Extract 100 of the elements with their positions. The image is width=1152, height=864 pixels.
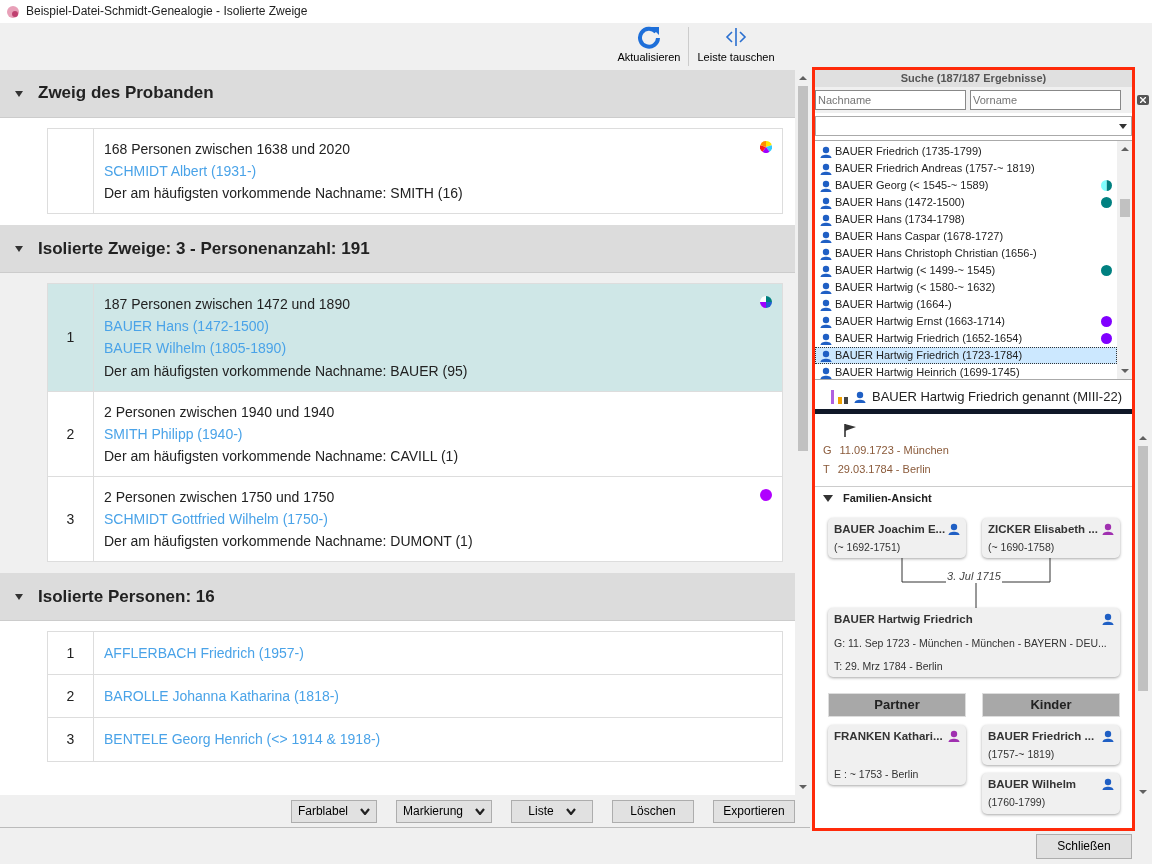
section-title: Isolierte Personen: 16 [38,586,215,607]
close-button[interactable]: Schließen [1036,833,1132,859]
event-code: T [823,463,830,477]
surname-note: Der am häufigsten vorkommende Nachname: CAVILL (1) [104,447,460,464]
person-name: BAUER Joachim E... [834,522,946,537]
dropdown-button[interactable]: Markierung [395,799,492,823]
family-view-toggle[interactable]: Familien-Ansicht [815,485,1132,510]
result-item[interactable]: BAUER Hartwig Heinrich (1699-1745) [815,364,1117,382]
person-name: ZICKER Elisabeth ... [988,522,1098,537]
person-icon [820,162,832,175]
branch-card[interactable]: 2 2 Personen zwischen 1940 und 1940 SMITH Philipp (1940-) Der am häufigsten vorkommende Nachname: CAVILL (1) [47,391,783,477]
person-icon [820,315,832,328]
branch-card[interactable]: 1 AFFLERBACH Friedrich (1957-) [47,631,783,676]
action-button[interactable]: Exportieren [713,799,795,823]
scroll-up-icon[interactable] [1120,147,1129,152]
person-card[interactable]: BAUER Wilhelm (1760-1799) [982,773,1120,814]
search-title: Suche (187/187 Ergebnisse) [815,70,1132,88]
section-title: Isolierte Zweige: 3 - Personenanzahl: 191 [38,238,370,259]
row-number: 1 [66,329,75,346]
scroll-thumb[interactable] [797,86,808,451]
section-header[interactable]: Isolierte Personen: 16 [0,573,795,622]
surname-field[interactable]: Nachname [815,90,966,111]
person-name: BAUER Wilhelm [988,778,1077,792]
scroll-down-icon[interactable] [1138,790,1147,794]
result-item[interactable]: BAUER Friedrich (1735-1799) [815,143,1117,161]
close-icon [1139,97,1146,103]
scroll-up-icon[interactable] [798,76,807,80]
flag-icon [843,423,857,438]
person-icon [820,179,832,192]
color-labels-icon [831,389,849,406]
result-item[interactable]: BAUER Hartwig (< 1499-~ 1545) [815,262,1117,280]
result-item[interactable]: BAUER Hans (1472-1500) [815,194,1117,212]
scroll-down-icon[interactable] [798,785,807,789]
result-item[interactable]: BAUER Hartwig Ernst (1663-1714) [815,313,1117,331]
branch-card[interactable]: 168 Personen zwischen 1638 und 2020 SCHMIDT Albert (1931-) Der am häufigsten vorkommende Nachname: SMITH (16) [47,128,783,215]
branch-card[interactable]: 2 BAROLLE Johanna Katharina (1818-) [47,675,783,719]
person-card[interactable]: FRANKEN Kathari... E : ~ 1753 - Berlin [828,724,966,786]
result-item[interactable]: BAUER Hartwig Friedrich (1652-1654) [815,330,1117,348]
life-dates: (~ 1692-1751) [834,540,902,554]
result-item[interactable]: BAUER Hartwig (1664-) [815,296,1117,314]
result-item[interactable]: BAUER Friedrich Andreas (1757-~ 1819) [815,160,1117,178]
event-text: G: 11. Sep 1723 - München - München - BAYERN - DEU... [834,636,1108,650]
first-name-field[interactable]: Vorname [970,90,1121,111]
row-number: 1 [66,645,75,662]
dropdown-button[interactable]: Farblabel [290,799,377,823]
chevron-down-icon [565,807,576,815]
person-icon [820,349,832,362]
summary-text: 2 Personen zwischen 1750 und 1750 [104,488,336,506]
result-item[interactable]: BAUER Georg (< 1545-~ 1589) [815,177,1117,195]
row-number: 2 [66,688,75,705]
action-button[interactable]: Löschen [612,799,694,823]
person-icon [820,247,832,260]
person-card[interactable]: BAUER Hartwig Friedrich G: 11. Sep 1723 - München - München - BAYERN - DEU... T: 29. Mrz 1784 - Berlin [828,608,1120,678]
result-item[interactable]: BAUER Hans Caspar (1678-1727) [815,228,1117,246]
scroll-down-icon[interactable] [1120,369,1129,374]
result-item[interactable]: BAUER Hans Christoph Christian (1656-) [815,245,1117,263]
column-header: Kinder [982,693,1120,717]
clear-button[interactable] [1136,95,1149,105]
branch-card[interactable]: 3 2 Personen zwischen 1750 und 1750 SCHMIDT Gottfried Wilhelm (1750-) Der am häufigsten vorkommende Nachname: DUMONT (1) [47,476,783,563]
row-number: 2 [66,425,75,442]
refresh-icon [636,25,661,49]
person-name: BAUER Hartwig Friedrich [834,613,973,627]
caret-down-icon [1119,123,1127,129]
branch-card[interactable]: 3 BENTELE Georg Henrich (<> 1914 & 1918-) [47,718,783,762]
scrollbar[interactable] [1117,141,1132,380]
refresh-button[interactable]: Aktualisieren [609,23,689,70]
life-dates: (1760-1799) [988,795,1047,809]
person-icon [820,145,832,158]
surname-note: Der am häufigsten vorkommende Nachname: BAUER (95) [104,362,469,379]
surname-note: Der am häufigsten vorkommende Nachname: SMITH (16) [104,185,464,202]
scroll-up-icon[interactable] [1138,436,1147,440]
event-text: T: 29. Mrz 1784 - Berlin [834,659,944,673]
person-icon [820,230,832,243]
scroll-thumb[interactable] [1137,446,1148,691]
event-text: E : ~ 1753 - Berlin [834,767,920,781]
scroll-thumb[interactable] [1119,199,1130,218]
person-name: FRANKEN Kathari... [834,729,943,744]
result-item[interactable]: BAUER Hans (1734-1798) [815,211,1117,229]
person-card[interactable]: ZICKER Elisabeth ... (~ 1690-1758) [982,517,1120,559]
marriage-date: 3. Jul 1715 [946,570,1002,584]
result-item[interactable]: BAUER Hartwig Friedrich (1723-1784) [815,347,1117,365]
summary-text: 2 Personen zwischen 1940 und 1940 [104,403,336,420]
person-card[interactable]: BAUER Joachim E... (~ 1692-1751) [828,517,966,559]
result-item[interactable]: BAUER Hartwig (< 1580-~ 1632) [815,279,1117,297]
person-card[interactable]: BAUER Friedrich ... (1757-~ 1819) [982,724,1120,766]
person-icon [820,281,832,294]
chevron-down-icon [359,807,370,815]
swap-button[interactable]: Leiste tauschen [689,23,783,70]
section-header[interactable]: Isolierte Zweige: 3 - Personenanzahl: 191 [0,225,795,274]
dropdown-button[interactable]: Liste [511,799,593,823]
row-number: 3 [66,731,75,748]
life-dates: (~ 1690-1758) [988,540,1056,554]
person-icon [820,196,832,209]
section-title: Zweig des Probanden [38,83,214,104]
person-name: BAUER Friedrich ... [988,729,1095,744]
person-icon [820,264,832,277]
summary-text: 168 Personen zwischen 1638 und 2020 [104,141,351,158]
section-header[interactable]: Zweig des Probanden [0,70,795,118]
surname-note: Der am häufigsten vorkommende Nachname: DUMONT (1) [104,533,474,550]
person-icon [820,366,832,379]
